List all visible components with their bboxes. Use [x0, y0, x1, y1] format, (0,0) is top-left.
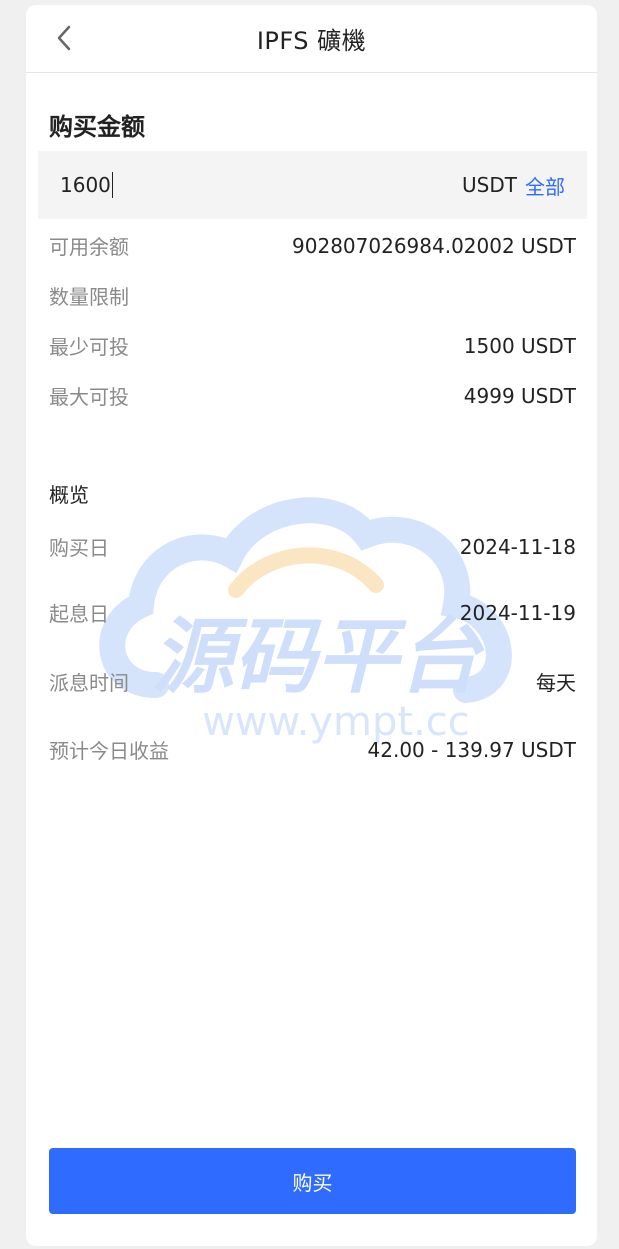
- overview-title: 概览: [49, 483, 89, 507]
- estimated-earnings-row: 预计今日收益 42.00 - 139.97 USDT: [49, 735, 576, 764]
- buy-button[interactable]: 购买: [49, 1148, 576, 1214]
- back-button[interactable]: [50, 23, 78, 53]
- amount-input-wrapper[interactable]: 1600: [60, 172, 462, 198]
- max-invest-row: 最大可投 4999 USDT: [49, 381, 576, 410]
- estimated-earnings-value: 42.00 - 139.97 USDT: [367, 737, 576, 762]
- buy-date-label: 购买日: [49, 536, 109, 560]
- amount-currency: USDT: [462, 173, 517, 197]
- quantity-limit-label: 数量限制: [49, 285, 129, 309]
- buy-date-row: 购买日 2024-11-18: [49, 532, 576, 561]
- page-card: IPFS 礦機 购买金额 1600 USDT 全部 可用余额 902807026…: [26, 5, 597, 1246]
- payout-time-label: 派息时间: [49, 671, 129, 695]
- amount-input-box[interactable]: 1600 USDT 全部: [38, 151, 587, 219]
- min-invest-label: 最少可投: [49, 335, 129, 359]
- page-title: IPFS 礦機: [256, 27, 367, 55]
- interest-start-value: 2024-11-19: [459, 600, 576, 625]
- quantity-limit-row: 数量限制: [49, 281, 576, 310]
- chevron-left-icon: [57, 25, 71, 51]
- interest-start-label: 起息日: [49, 602, 109, 626]
- payout-time-row: 派息时间 每天: [49, 667, 576, 696]
- payout-time-value: 每天: [536, 671, 576, 695]
- available-balance-value: 902807026984.02002 USDT: [292, 233, 576, 258]
- max-invest-label: 最大可投: [49, 385, 129, 409]
- amount-input[interactable]: 1600: [60, 173, 111, 197]
- interest-start-row: 起息日 2024-11-19: [49, 598, 576, 627]
- header-bar: IPFS 礦機: [26, 5, 597, 73]
- min-invest-row: 最少可投 1500 USDT: [49, 331, 576, 360]
- buy-date-value: 2024-11-18: [459, 534, 576, 559]
- available-balance-label: 可用余额: [49, 235, 129, 259]
- purchase-amount-title: 购买金额: [49, 113, 145, 141]
- text-caret: [111, 172, 113, 198]
- all-button[interactable]: 全部: [525, 171, 565, 200]
- min-invest-value: 1500 USDT: [463, 333, 576, 358]
- available-balance-row: 可用余额 902807026984.02002 USDT: [49, 231, 576, 260]
- max-invest-value: 4999 USDT: [463, 383, 576, 408]
- estimated-earnings-label: 预计今日收益: [49, 739, 169, 763]
